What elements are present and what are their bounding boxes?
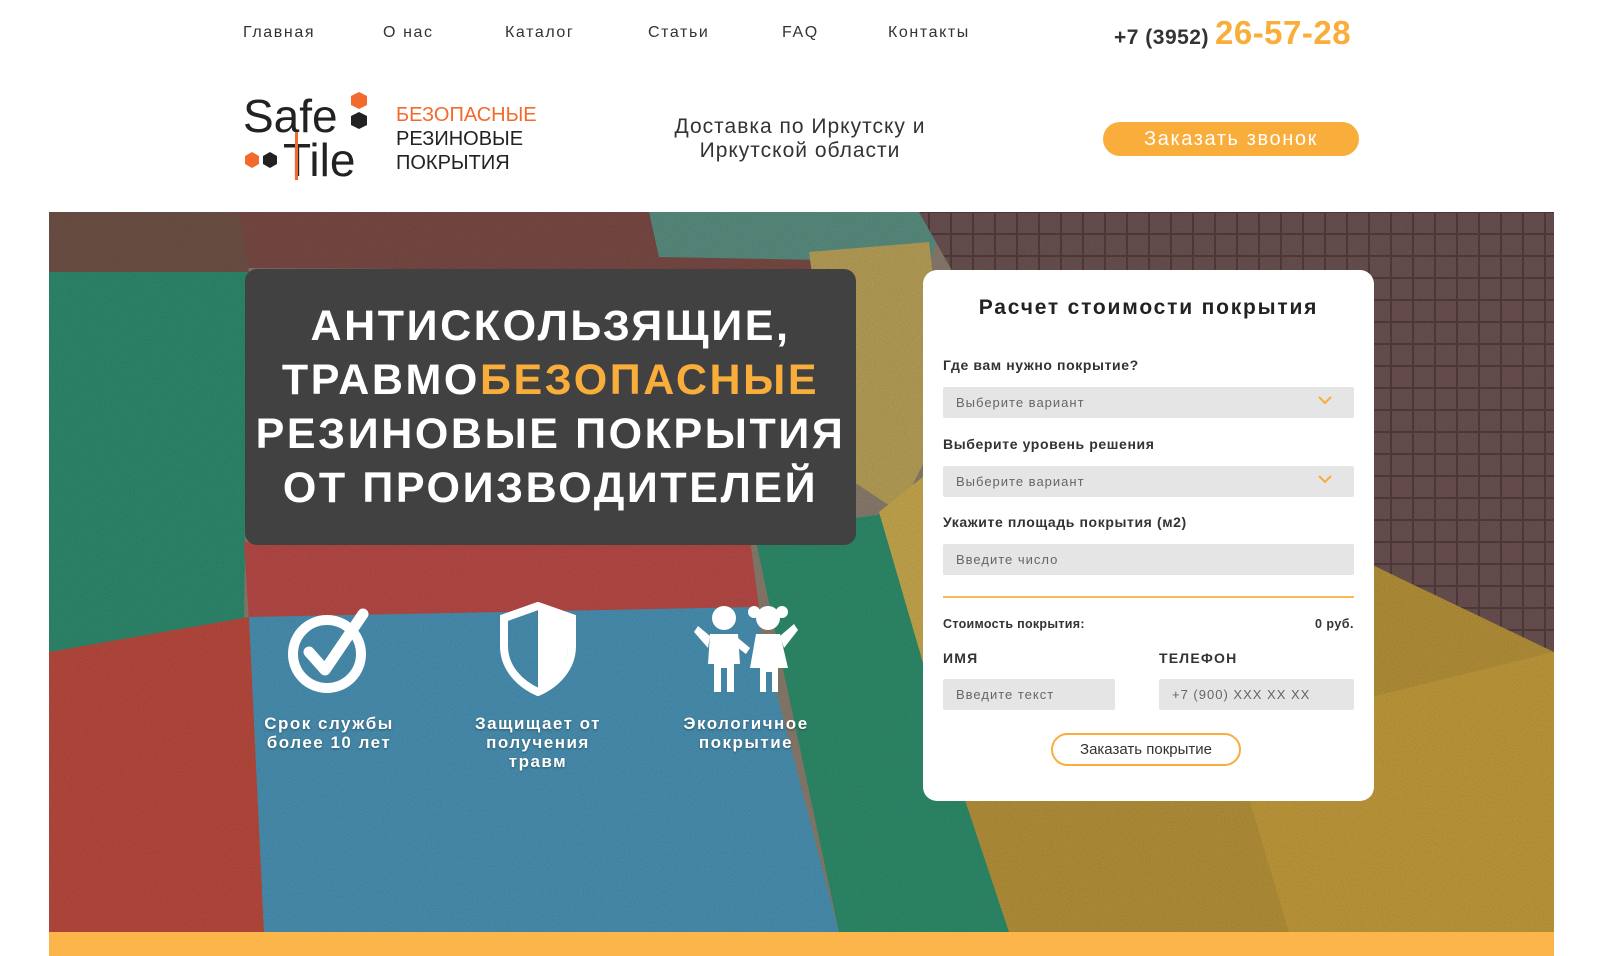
nav-item-contacts[interactable]: Контакты [888, 24, 970, 42]
logo-mark-icon: Safe Tile [243, 90, 367, 186]
cost-calculator: Расчет стоимости покрытия Где вам нужно … [923, 270, 1374, 801]
site-logo[interactable]: Safe Tile [243, 88, 373, 186]
calculator-divider [943, 596, 1354, 598]
logo-tagline-line2: РЕЗИНОВЫЕ [396, 128, 524, 150]
nav-item-catalog[interactable]: Каталог [505, 24, 648, 42]
chevron-down-icon [1318, 396, 1332, 405]
nav-item-home[interactable]: Главная [243, 24, 383, 42]
nav-item-articles[interactable]: Статьи [648, 24, 782, 42]
headline-line2-highlight: БЕЗОПАСНЫЕ [479, 356, 820, 404]
headline-line1: АНТИСКОЛЬЗЯЩИЕ, [310, 302, 791, 350]
delivery-line1: Доставка по Иркутску и [674, 115, 926, 138]
phone-input-placeholder: +7 (900) XXX XX XX [1172, 687, 1311, 702]
feature-eco: Экологичное покрытие [671, 602, 821, 752]
header-phone[interactable]: +7 (3952) 26-57-28 [1114, 14, 1351, 52]
phone-number: 26-57-28 [1214, 14, 1352, 51]
headline-line4: ОТ ПРОИЗВОДИТЕЛЕЙ [282, 464, 819, 512]
area-input-placeholder: Введите число [956, 552, 1059, 567]
delivery-line2: Иркутской области [699, 139, 901, 162]
phone-input[interactable]: +7 (900) XXX XX XX [1159, 679, 1354, 710]
headline-line2: ТРАВМОБЕЗОПАСНЫЕ [245, 353, 856, 407]
area-label: Укажите площадь покрытия (м2) [943, 514, 1187, 530]
phone-code: +7 (3952) [1114, 26, 1209, 49]
feature-safety: Защищает от получения травм [463, 602, 613, 771]
request-call-button[interactable]: Заказать звонок [1103, 122, 1359, 156]
location-select[interactable]: Выберите вариант [943, 387, 1354, 418]
name-input[interactable]: Введите текст [943, 679, 1115, 710]
bottom-accent-bar [49, 932, 1554, 956]
name-label: ИМЯ [943, 650, 979, 666]
order-coverage-button[interactable]: Заказать покрытие [1051, 733, 1241, 766]
feature-eco-caption-line2: покрытие [698, 733, 794, 752]
cost-value: 0 руб. [1314, 617, 1354, 631]
feature-longevity-caption: Срок службы более 10 лет [254, 714, 404, 752]
logo-tagline-line1: БЕЗОПАСНЫЕ [396, 104, 537, 126]
shield-icon [500, 602, 576, 696]
feature-safety-caption-line3: травм [508, 752, 568, 771]
feature-longevity-caption-line1: Срок службы [264, 714, 394, 733]
logo-tagline: БЕЗОПАСНЫЕ РЕЗИНОВЫЕ ПОКРЫТИЯ [396, 103, 537, 175]
logo-brand-line2: Tile [283, 134, 355, 184]
name-input-placeholder: Введите текст [956, 687, 1055, 702]
location-label: Где вам нужно покрытие? [943, 357, 1139, 373]
feature-longevity: Срок службы более 10 лет [254, 602, 404, 752]
delivery-info: Доставка по Иркутску и Иркутской области [655, 115, 945, 163]
level-select-value: Выберите вариант [956, 474, 1085, 489]
chevron-down-icon [1318, 475, 1332, 484]
calculator-title: Расчет стоимости покрытия [978, 296, 1319, 319]
logo-tagline-line3: ПОКРЫТИЯ [396, 152, 510, 174]
feature-eco-caption: Экологичное покрытие [671, 714, 821, 752]
clock-check-icon [288, 608, 369, 693]
feature-safety-caption: Защищает от получения травм [463, 714, 613, 771]
nav-item-faq[interactable]: FAQ [782, 24, 888, 42]
location-select-value: Выберите вариант [956, 395, 1085, 410]
feature-safety-caption-line2: получения [486, 733, 590, 752]
level-label: Выберите уровень решения [943, 436, 1155, 452]
nav-item-about[interactable]: О нас [383, 24, 505, 42]
phone-label: ТЕЛЕФОН [1159, 650, 1238, 666]
headline-line2-plain: ТРАВМО [281, 356, 480, 404]
feature-safety-caption-line1: Защищает от [475, 714, 601, 733]
area-input[interactable]: Введите число [943, 544, 1354, 575]
children-icon [694, 606, 798, 692]
feature-eco-caption-line1: Экологичное [683, 714, 809, 733]
headline-line3: РЕЗИНОВЫЕ ПОКРЫТИЯ [255, 410, 846, 458]
hero-section: АНТИСКОЛЬЗЯЩИЕ, ТРАВМОБЕЗОПАСНЫЕ РЕЗИНОВ… [49, 212, 1554, 932]
feature-longevity-caption-line2: более 10 лет [266, 733, 392, 752]
level-select[interactable]: Выберите вариант [943, 466, 1354, 497]
hero-headline: АНТИСКОЛЬЗЯЩИЕ, ТРАВМОБЕЗОПАСНЫЕ РЕЗИНОВ… [245, 269, 856, 545]
main-nav: Главная О нас Каталог Статьи FAQ Контакт… [243, 24, 970, 42]
cost-label: Стоимость покрытия: [943, 617, 1085, 631]
